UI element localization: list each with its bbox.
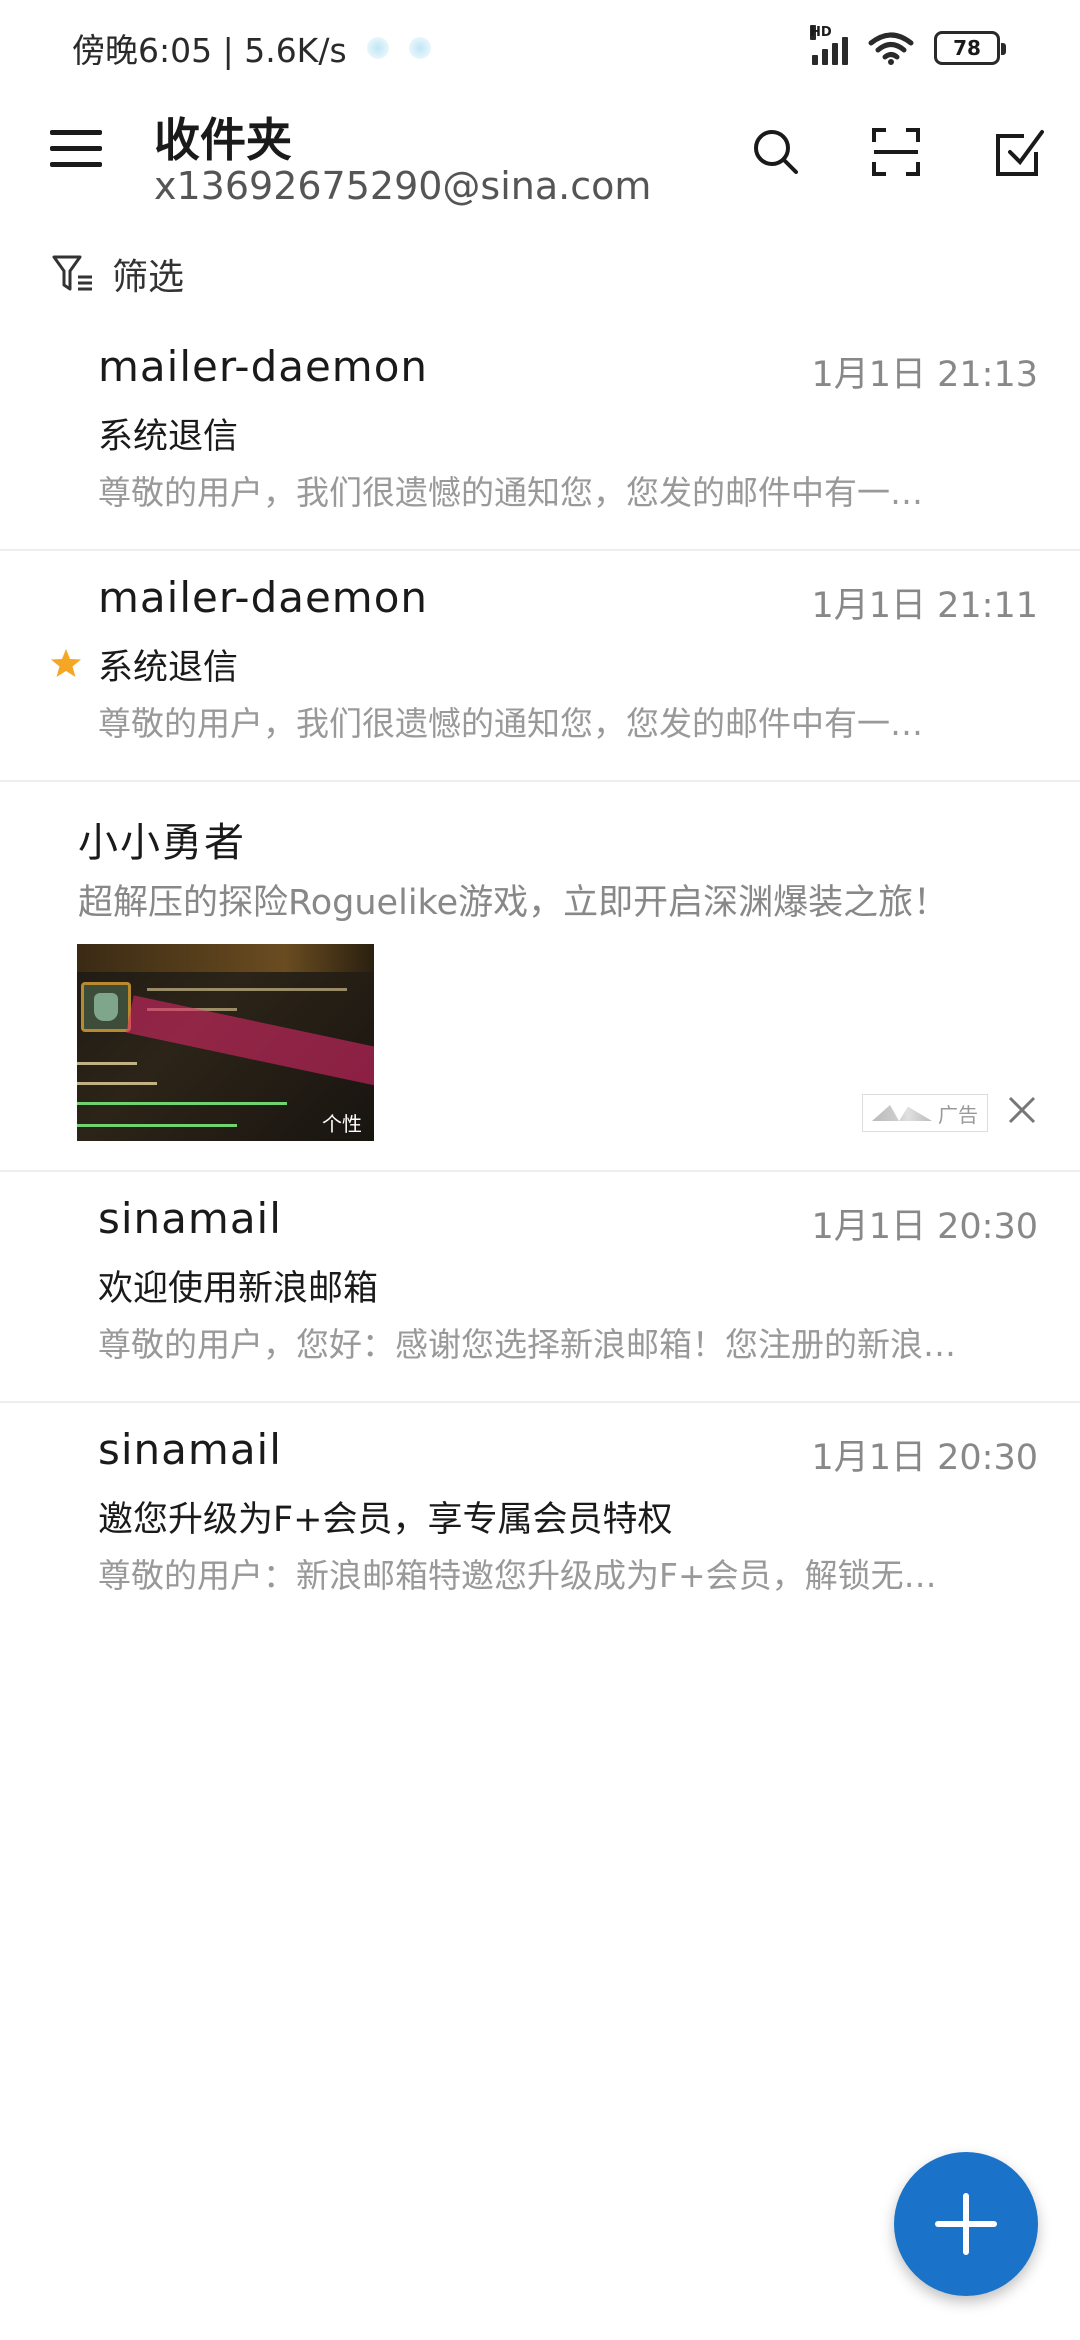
mail-time: 1月1日 21:13 <box>811 355 1038 395</box>
ad-image-tag: 个性 <box>322 1112 362 1136</box>
menu-icon[interactable] <box>50 130 104 180</box>
mail-time: 1月1日 20:30 <box>811 1438 1038 1478</box>
mail-sender: mailer-daemon <box>98 342 429 391</box>
app-header: 收件夹 x13692675290@sina.com <box>0 100 1080 220</box>
status-right: HD 78 <box>810 25 1006 65</box>
ad-image[interactable]: 个性 <box>77 944 374 1141</box>
ad-title: 小小勇者 <box>78 820 246 866</box>
game-item-icon <box>81 982 131 1032</box>
ad-description: 超解压的探险Roguelike游戏，立即开启深渊爆装之旅！ <box>78 883 949 923</box>
close-icon[interactable] <box>1004 1092 1040 1128</box>
hd-label: HD <box>810 25 832 40</box>
battery-icon: 78 <box>934 31 1006 65</box>
account-email[interactable]: x13692675290@sina.com <box>154 164 651 208</box>
mail-sender: mailer-daemon <box>98 573 429 622</box>
mail-preview: 尊敬的用户，您好：感谢您选择新浪邮箱！您注册的新浪… <box>98 1325 956 1364</box>
mail-preview: 尊敬的用户，我们很遗憾的通知您，您发的邮件中有一… <box>98 704 923 743</box>
mail-item[interactable]: sinamail 1月1日 20:30 欢迎使用新浪邮箱 尊敬的用户，您好：感谢… <box>0 1172 1080 1403</box>
notification-icon <box>366 37 389 59</box>
mail-subject: 欢迎使用新浪邮箱 <box>98 1269 379 1309</box>
multi-select-icon[interactable] <box>990 122 1050 182</box>
ad-card[interactable]: 小小勇者 超解压的探险Roguelike游戏，立即开启深渊爆装之旅！ 个性 广告 <box>0 782 1080 1172</box>
ad-logo-icon <box>872 1105 932 1121</box>
plus-icon <box>935 2193 997 2255</box>
mail-list: mailer-daemon 1月1日 21:13 系统退信 尊敬的用户，我们很遗… <box>0 320 1080 1634</box>
mail-sender: sinamail <box>98 1425 282 1474</box>
battery-level: 78 <box>953 36 981 60</box>
mail-subject: 系统退信 <box>98 648 239 688</box>
wifi-icon <box>868 32 914 65</box>
mail-item[interactable]: sinamail 1月1日 20:30 邀您升级为F+会员，享专属会员特权 尊敬… <box>0 1403 1080 1634</box>
notification-icon <box>408 37 431 59</box>
star-icon[interactable] <box>50 647 82 679</box>
status-bar: 傍晚6:05 | 5.6K/s HD 78 <box>0 0 1080 96</box>
mail-item[interactable]: mailer-daemon 1月1日 21:13 系统退信 尊敬的用户，我们很遗… <box>0 320 1080 551</box>
filter-icon <box>52 255 92 291</box>
mail-sender: sinamail <box>98 1194 282 1243</box>
mail-subject: 邀您升级为F+会员，享专属会员特权 <box>98 1500 673 1540</box>
compose-button[interactable] <box>894 2152 1038 2296</box>
signal-icon: HD <box>810 25 848 65</box>
status-time: 傍晚6:05 | 5.6K/s <box>72 31 347 70</box>
mail-time: 1月1日 21:11 <box>811 586 1038 626</box>
filter-button[interactable]: 筛选 <box>52 248 184 300</box>
search-icon[interactable] <box>746 122 806 182</box>
filter-label: 筛选 <box>112 257 185 298</box>
mail-time: 1月1日 20:30 <box>811 1207 1038 1247</box>
mail-subject: 系统退信 <box>98 417 239 457</box>
page-title: 收件夹 <box>154 113 292 167</box>
scan-icon[interactable] <box>866 122 926 182</box>
ad-badge-label: 广告 <box>938 1102 978 1127</box>
mail-item[interactable]: mailer-daemon 1月1日 21:11 系统退信 尊敬的用户，我们很遗… <box>0 551 1080 782</box>
ad-badge: 广告 <box>862 1094 988 1132</box>
mail-preview: 尊敬的用户，我们很遗憾的通知您，您发的邮件中有一… <box>98 473 923 512</box>
mail-preview: 尊敬的用户：新浪邮箱特邀您升级成为F+会员，解锁无… <box>98 1556 937 1595</box>
status-left: 傍晚6:05 | 5.6K/s <box>72 24 431 72</box>
